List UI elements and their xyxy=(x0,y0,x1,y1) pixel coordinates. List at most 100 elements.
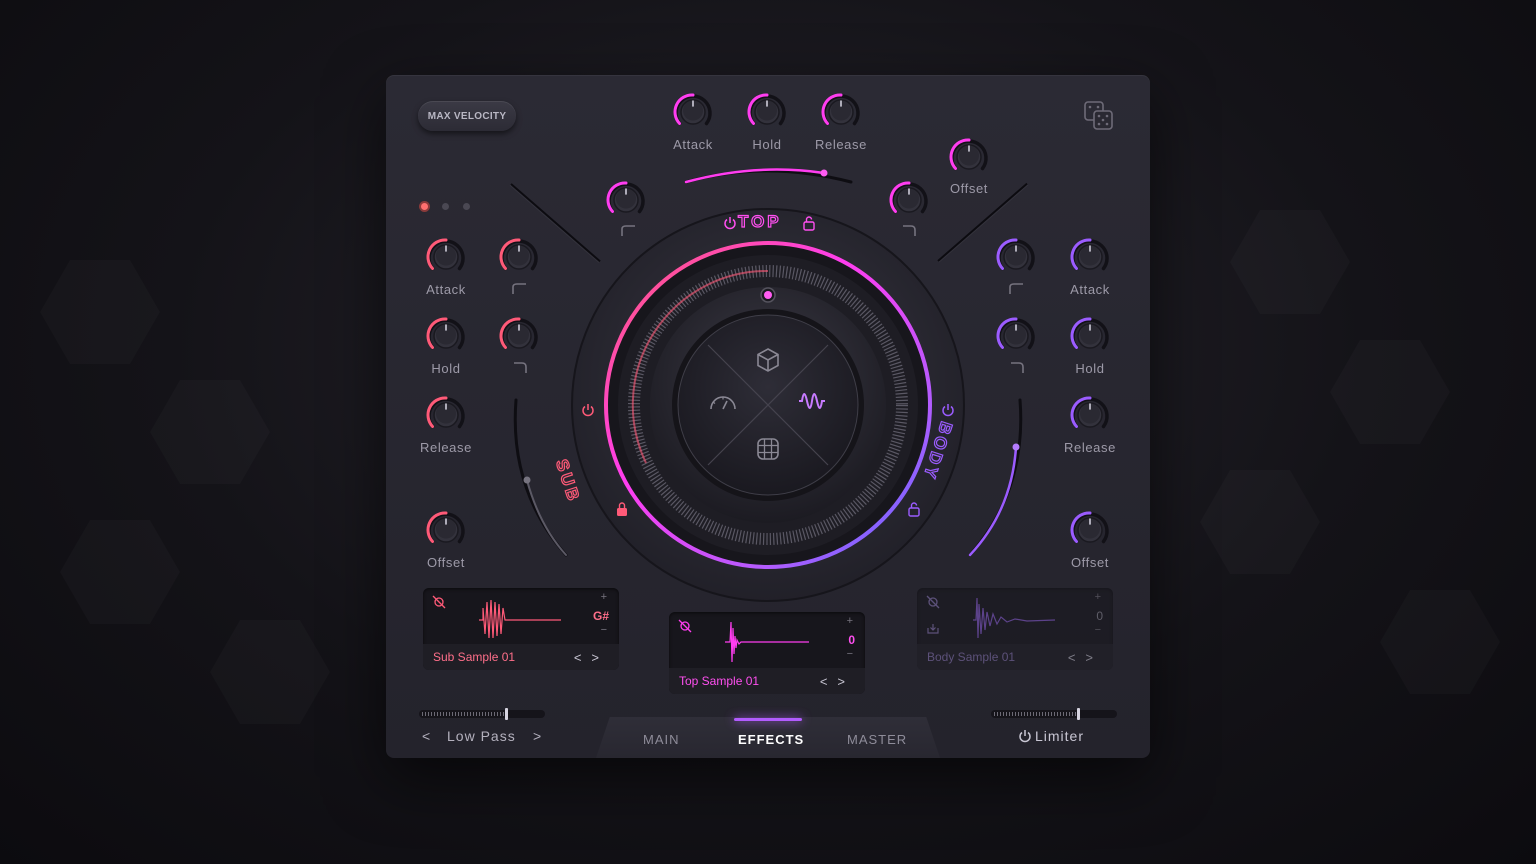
top-label: TOP xyxy=(737,211,782,231)
sub-next-button[interactable]: > xyxy=(591,650,609,665)
filter-type-label: Low Pass xyxy=(447,728,516,744)
body-offset-knob[interactable] xyxy=(1068,508,1112,552)
dice-icon[interactable] xyxy=(1083,100,1115,132)
sub-plus-button[interactable]: + xyxy=(601,591,607,603)
top-offset-knob[interactable] xyxy=(947,135,991,179)
top-next-button[interactable]: > xyxy=(837,674,855,689)
background-hexagon xyxy=(40,260,160,364)
body-curve-out-knob[interactable] xyxy=(994,314,1038,358)
sub-sample-name: Sub Sample 01 xyxy=(433,650,516,664)
background-hexagon xyxy=(210,620,330,724)
sub-sample-nav[interactable]: <> xyxy=(574,650,609,665)
top-curve-slider[interactable] xyxy=(681,160,861,190)
mute-icon[interactable] xyxy=(678,619,692,633)
body-curve-in-knob[interactable] xyxy=(994,235,1038,279)
cube-icon[interactable] xyxy=(754,346,782,374)
top-offset-label: Offset xyxy=(949,181,989,196)
top-prev-button[interactable]: < xyxy=(820,674,838,689)
grid-icon[interactable] xyxy=(755,436,781,462)
curve-out-icon xyxy=(1011,362,1024,373)
body-sample-name: Body Sample 01 xyxy=(927,650,1016,664)
filter-meter-cap[interactable] xyxy=(505,708,508,720)
filter-prev-button[interactable]: < xyxy=(422,728,431,744)
body-sample-nav[interactable]: <> xyxy=(1068,650,1103,665)
body-release-label: Release xyxy=(1064,440,1116,455)
power-icon xyxy=(1019,730,1031,743)
body-curve-slider[interactable] xyxy=(962,395,1032,560)
curve-out-icon xyxy=(514,362,527,373)
sub-release-knob[interactable] xyxy=(424,393,468,437)
waveform-icon[interactable] xyxy=(797,385,827,417)
sub-prev-button[interactable]: < xyxy=(574,650,592,665)
body-sample-panel[interactable]: + 0 − Body Sample 01 <> xyxy=(917,588,1113,670)
top-hold-knob[interactable] xyxy=(745,90,789,134)
sub-offset-knob[interactable] xyxy=(424,508,468,552)
sub-waveform xyxy=(479,599,561,639)
background-hexagon xyxy=(1230,210,1350,314)
top-release-knob[interactable] xyxy=(819,90,863,134)
sub-minus-button[interactable]: − xyxy=(601,624,607,636)
page-dot-1[interactable] xyxy=(421,203,428,210)
page-dot-2[interactable] xyxy=(442,203,449,210)
top-lock-icon[interactable] xyxy=(802,215,816,231)
tab-effects[interactable]: EFFECTS xyxy=(738,732,804,747)
tab-main[interactable]: MAIN xyxy=(643,732,680,747)
body-offset-label: Offset xyxy=(1070,555,1110,570)
body-attack-knob[interactable] xyxy=(1068,235,1112,279)
body-plus-button[interactable]: + xyxy=(1095,591,1101,603)
mute-icon[interactable] xyxy=(926,595,940,609)
curve-in-icon xyxy=(512,283,526,294)
filter-meter-ticks xyxy=(422,712,506,716)
gauge-icon[interactable] xyxy=(708,391,738,413)
background-hexagon xyxy=(1330,340,1450,444)
sub-curve-in-knob[interactable] xyxy=(497,235,541,279)
body-minus-button[interactable]: − xyxy=(1095,624,1101,636)
top-power-icon[interactable] xyxy=(723,216,737,230)
sub-attack-knob[interactable] xyxy=(424,235,468,279)
sub-note-value[interactable]: G# xyxy=(593,609,609,623)
sub-offset-label: Offset xyxy=(426,555,466,570)
limiter-meter-cap[interactable] xyxy=(1077,708,1080,720)
body-prev-button[interactable]: < xyxy=(1068,650,1086,665)
plugin-panel: MAX VELOCITY Attack Hold Release Offset … xyxy=(386,75,1150,758)
mute-icon[interactable] xyxy=(432,595,446,609)
body-lock-icon[interactable] xyxy=(907,501,921,517)
filter-next-button[interactable]: > xyxy=(533,728,542,744)
top-sample-value[interactable]: 0 xyxy=(848,633,855,647)
body-hold-label: Hold xyxy=(1075,361,1105,376)
filter-meter[interactable] xyxy=(419,708,545,720)
page-dot-3[interactable] xyxy=(463,203,470,210)
body-attack-label: Attack xyxy=(1070,282,1110,297)
top-waveform xyxy=(725,621,809,663)
sub-sample-panel[interactable]: + G# − Sub Sample 01 <> xyxy=(423,588,619,670)
tab-master[interactable]: MASTER xyxy=(847,732,907,747)
body-release-knob[interactable] xyxy=(1068,393,1112,437)
download-icon[interactable] xyxy=(926,623,940,635)
background-hexagon xyxy=(60,520,180,624)
top-sample-nav[interactable]: <> xyxy=(820,674,855,689)
top-sample-name: Top Sample 01 xyxy=(679,674,760,688)
limiter-meter-ticks xyxy=(994,712,1078,716)
sub-attack-label: Attack xyxy=(426,282,466,297)
body-hold-knob[interactable] xyxy=(1068,314,1112,358)
active-tab-indicator xyxy=(734,718,802,721)
body-power-icon[interactable] xyxy=(941,403,955,417)
background-hexagon xyxy=(1380,590,1500,694)
sub-hold-knob[interactable] xyxy=(424,314,468,358)
sub-curve-out-knob[interactable] xyxy=(497,314,541,358)
sub-lock-icon[interactable] xyxy=(615,501,629,517)
top-attack-knob[interactable] xyxy=(671,90,715,134)
body-waveform xyxy=(973,597,1056,639)
sub-power-icon[interactable] xyxy=(581,403,595,417)
body-sample-value[interactable]: 0 xyxy=(1096,609,1103,623)
body-next-button[interactable]: > xyxy=(1085,650,1103,665)
top-sample-panel[interactable]: + 0 − Top Sample 01 <> xyxy=(669,612,865,694)
top-minus-button[interactable]: − xyxy=(847,648,853,660)
sub-hold-label: Hold xyxy=(431,361,461,376)
mixer-wheel[interactable] xyxy=(568,205,968,605)
top-plus-button[interactable]: + xyxy=(847,615,853,627)
limiter-meter[interactable] xyxy=(991,708,1117,720)
limiter-label: Limiter xyxy=(1035,728,1085,744)
max-velocity-button[interactable]: MAX VELOCITY xyxy=(418,101,516,131)
top-release-label: Release xyxy=(815,137,867,152)
